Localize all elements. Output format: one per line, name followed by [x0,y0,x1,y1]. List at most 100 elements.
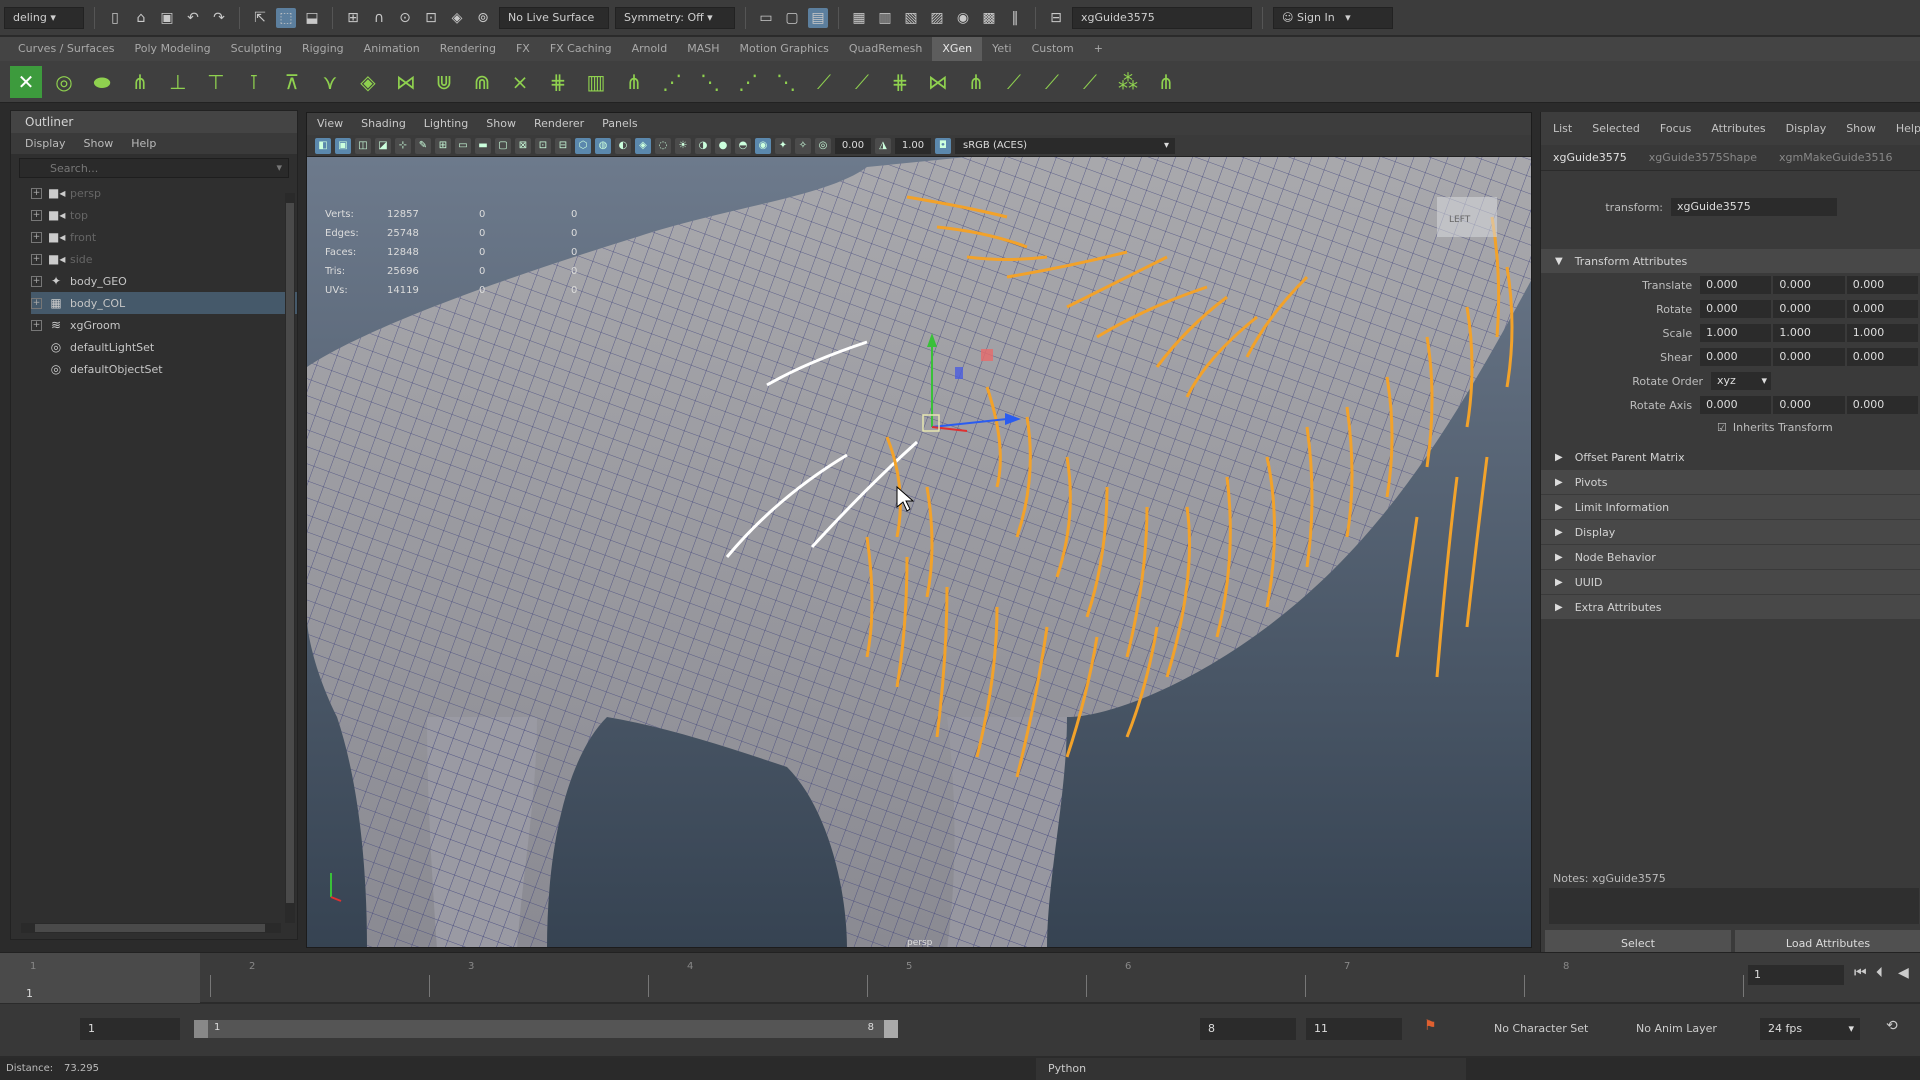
straighten-guide-icon[interactable]: ⟋ [998,66,1030,98]
rotate-axis-x[interactable]: 0.000 [1700,396,1772,414]
shelf-tab[interactable]: FX [506,37,540,61]
step-back-icon[interactable]: ⏴ [1876,965,1883,981]
bend-guide-icon[interactable]: ⋈ [390,66,422,98]
outliner-menu-help[interactable]: Help [131,137,156,150]
lock-guide-icon[interactable]: ⊼ [276,66,308,98]
view-cube[interactable]: LEFT [1437,197,1497,237]
add-guide-icon[interactable]: ⋔ [124,66,156,98]
safe-title-icon[interactable]: ⊟ [555,137,571,154]
object-name-field[interactable]: xgGuide3575 [1072,6,1252,29]
expand-icon[interactable]: + [31,231,42,243]
image-plane-icon[interactable]: ◪ [375,137,391,154]
attr-y-field[interactable]: 0.000 [1773,300,1845,318]
attr-menu-selected[interactable]: Selected [1592,122,1640,135]
new-scene-icon[interactable]: ▯ [105,8,125,28]
outliner-item[interactable]: ◎ defaultLightSet [31,336,297,358]
color-space-dropdown[interactable]: sRGB (ACES) ▾ [955,137,1175,154]
shelf-tab[interactable]: Custom [1022,37,1084,61]
film-gate-icon[interactable]: ▭ [455,137,471,154]
viewport-menu-shading[interactable]: Shading [361,117,406,131]
range-slider[interactable]: 1 8 [194,1020,898,1038]
outliner-item[interactable]: + ■◂ side [31,248,297,270]
outliner-item[interactable]: + ■◂ front [31,226,297,248]
render-view-icon[interactable]: ▤ [808,7,828,28]
viewport-menu-panels[interactable]: Panels [602,117,637,131]
expand-icon[interactable]: + [31,187,42,199]
loop-icon[interactable]: ⟲ [1886,1018,1898,1034]
range-end-handle[interactable] [884,1020,898,1038]
attr-x-field[interactable]: 0.000 [1700,276,1772,294]
gamma-field[interactable]: 1.00 [895,137,931,154]
grid-icon[interactable]: ⊞ [435,137,451,154]
length-guide-icon[interactable]: ⋱ [770,66,802,98]
undo-icon[interactable]: ↶ [183,8,203,28]
go-to-start-icon[interactable]: ⏮ [1854,965,1867,981]
rebuild-guide-icon[interactable]: ⋎ [314,66,346,98]
select-component-icon[interactable]: ⬓ [302,8,322,28]
field-chart-icon[interactable]: ⊠ [515,137,531,154]
hypershade-icon[interactable]: ▨ [927,8,947,28]
render-sequence-icon[interactable]: ▩ [979,8,999,28]
guide-brush-icon[interactable]: ⋔ [618,66,650,98]
auto-key-icon[interactable]: ⚑ [1424,1018,1437,1034]
open-scene-icon[interactable]: ⌂ [131,8,151,28]
shadows-icon[interactable]: ◑ [695,137,711,154]
attr-y-field[interactable]: 0.000 [1773,348,1845,366]
snap-live-icon[interactable]: ⊚ [473,8,493,28]
anim-layer-dropdown[interactable]: No Anim Layer [1636,1022,1717,1035]
shelf-tab[interactable]: Rendering [430,37,506,61]
outliner-menu-display[interactable]: Display [25,137,66,150]
outliner-item[interactable]: + ✦ body_GEO [31,270,297,292]
construction-history-icon[interactable]: ▢ [782,8,802,28]
safe-action-icon[interactable]: ⊡ [535,137,551,154]
animation-end-field[interactable]: 11 [1306,1018,1402,1040]
expand-icon[interactable]: + [31,253,42,265]
smooth-shade-icon[interactable]: ◍ [595,137,611,154]
sign-in-dropdown[interactable]: ☺ Sign In ▾ [1273,6,1393,29]
move-guide-icon[interactable]: ⊤ [200,66,232,98]
select-hierarchy-icon[interactable]: ⇱ [250,8,270,28]
camera-attributes-icon[interactable]: ▣ [335,137,351,154]
snap-grid-icon[interactable]: ⊞ [343,8,363,28]
outliner-item[interactable]: + ▦ body_COL [31,292,297,314]
color-management-icon[interactable]: ◘ [935,137,951,154]
shelf-tab[interactable]: Rigging [292,37,354,61]
use-lights-icon[interactable]: ☀ [675,137,691,154]
outliner-item[interactable]: + ■◂ top [31,204,297,226]
section-collapsed[interactable]: ▶ UUID [1541,570,1920,594]
two-d-pan-icon[interactable]: ⊹ [395,137,411,154]
shelf-tab[interactable]: Yeti [982,37,1021,61]
live-surface-field[interactable]: No Live Surface [499,6,609,29]
snap-view-icon[interactable]: ⊡ [421,8,441,28]
groom-icon[interactable]: ⋕ [542,66,574,98]
attr-z-field[interactable]: 0.000 [1846,348,1918,366]
input-output-icon[interactable]: ▭ [756,8,776,28]
time-slider[interactable]: 1 1 2 3 4 5 6 7 8 1 ⏮ ⏴ ◀ [0,952,1920,1003]
select-object-icon[interactable]: ⬚ [276,7,296,28]
outliner-item[interactable]: ◎ defaultObjectSet [31,358,297,380]
shelf-tab[interactable]: Arnold [622,37,678,61]
section-transform-attributes[interactable]: ▼ Transform Attributes [1541,249,1920,273]
python-input[interactable]: Python [1036,1058,1466,1080]
expand-icon[interactable]: + [31,209,42,221]
start-time-field[interactable]: 1 [80,1018,180,1040]
attract-guide-icon[interactable]: ⋔ [960,66,992,98]
layer-icon[interactable]: ◈ [352,66,384,98]
motion-blur-icon[interactable]: ◓ [735,137,751,154]
shelf-tab[interactable]: Motion Graphics [730,37,839,61]
arnold-render-icon[interactable]: ◉ [953,8,973,28]
cut-guide-icon[interactable]: ⋒ [466,66,498,98]
isolate-select-icon[interactable]: ◉ [755,137,771,154]
mirror-guide-icon[interactable]: ⋈ [922,66,954,98]
section-collapsed[interactable]: ▶ Pivots [1541,470,1920,494]
section-collapsed[interactable]: ▶ Offset Parent Matrix [1541,445,1920,469]
shelf-tab[interactable]: Sculpting [221,37,292,61]
tab-shape-node[interactable]: xgGuide3575Shape [1649,151,1757,164]
attr-y-field[interactable]: 0.000 [1773,276,1845,294]
wireframe-on-shaded-icon[interactable]: ◈ [635,137,651,154]
attr-menu-show[interactable]: Show [1846,122,1876,135]
section-collapsed[interactable]: ▶ Node Behavior [1541,545,1920,569]
shelf-tab[interactable]: Poly Modeling [125,37,221,61]
section-collapsed[interactable]: ▶ Extra Attributes [1541,595,1920,619]
attr-x-field[interactable]: 0.000 [1700,348,1772,366]
